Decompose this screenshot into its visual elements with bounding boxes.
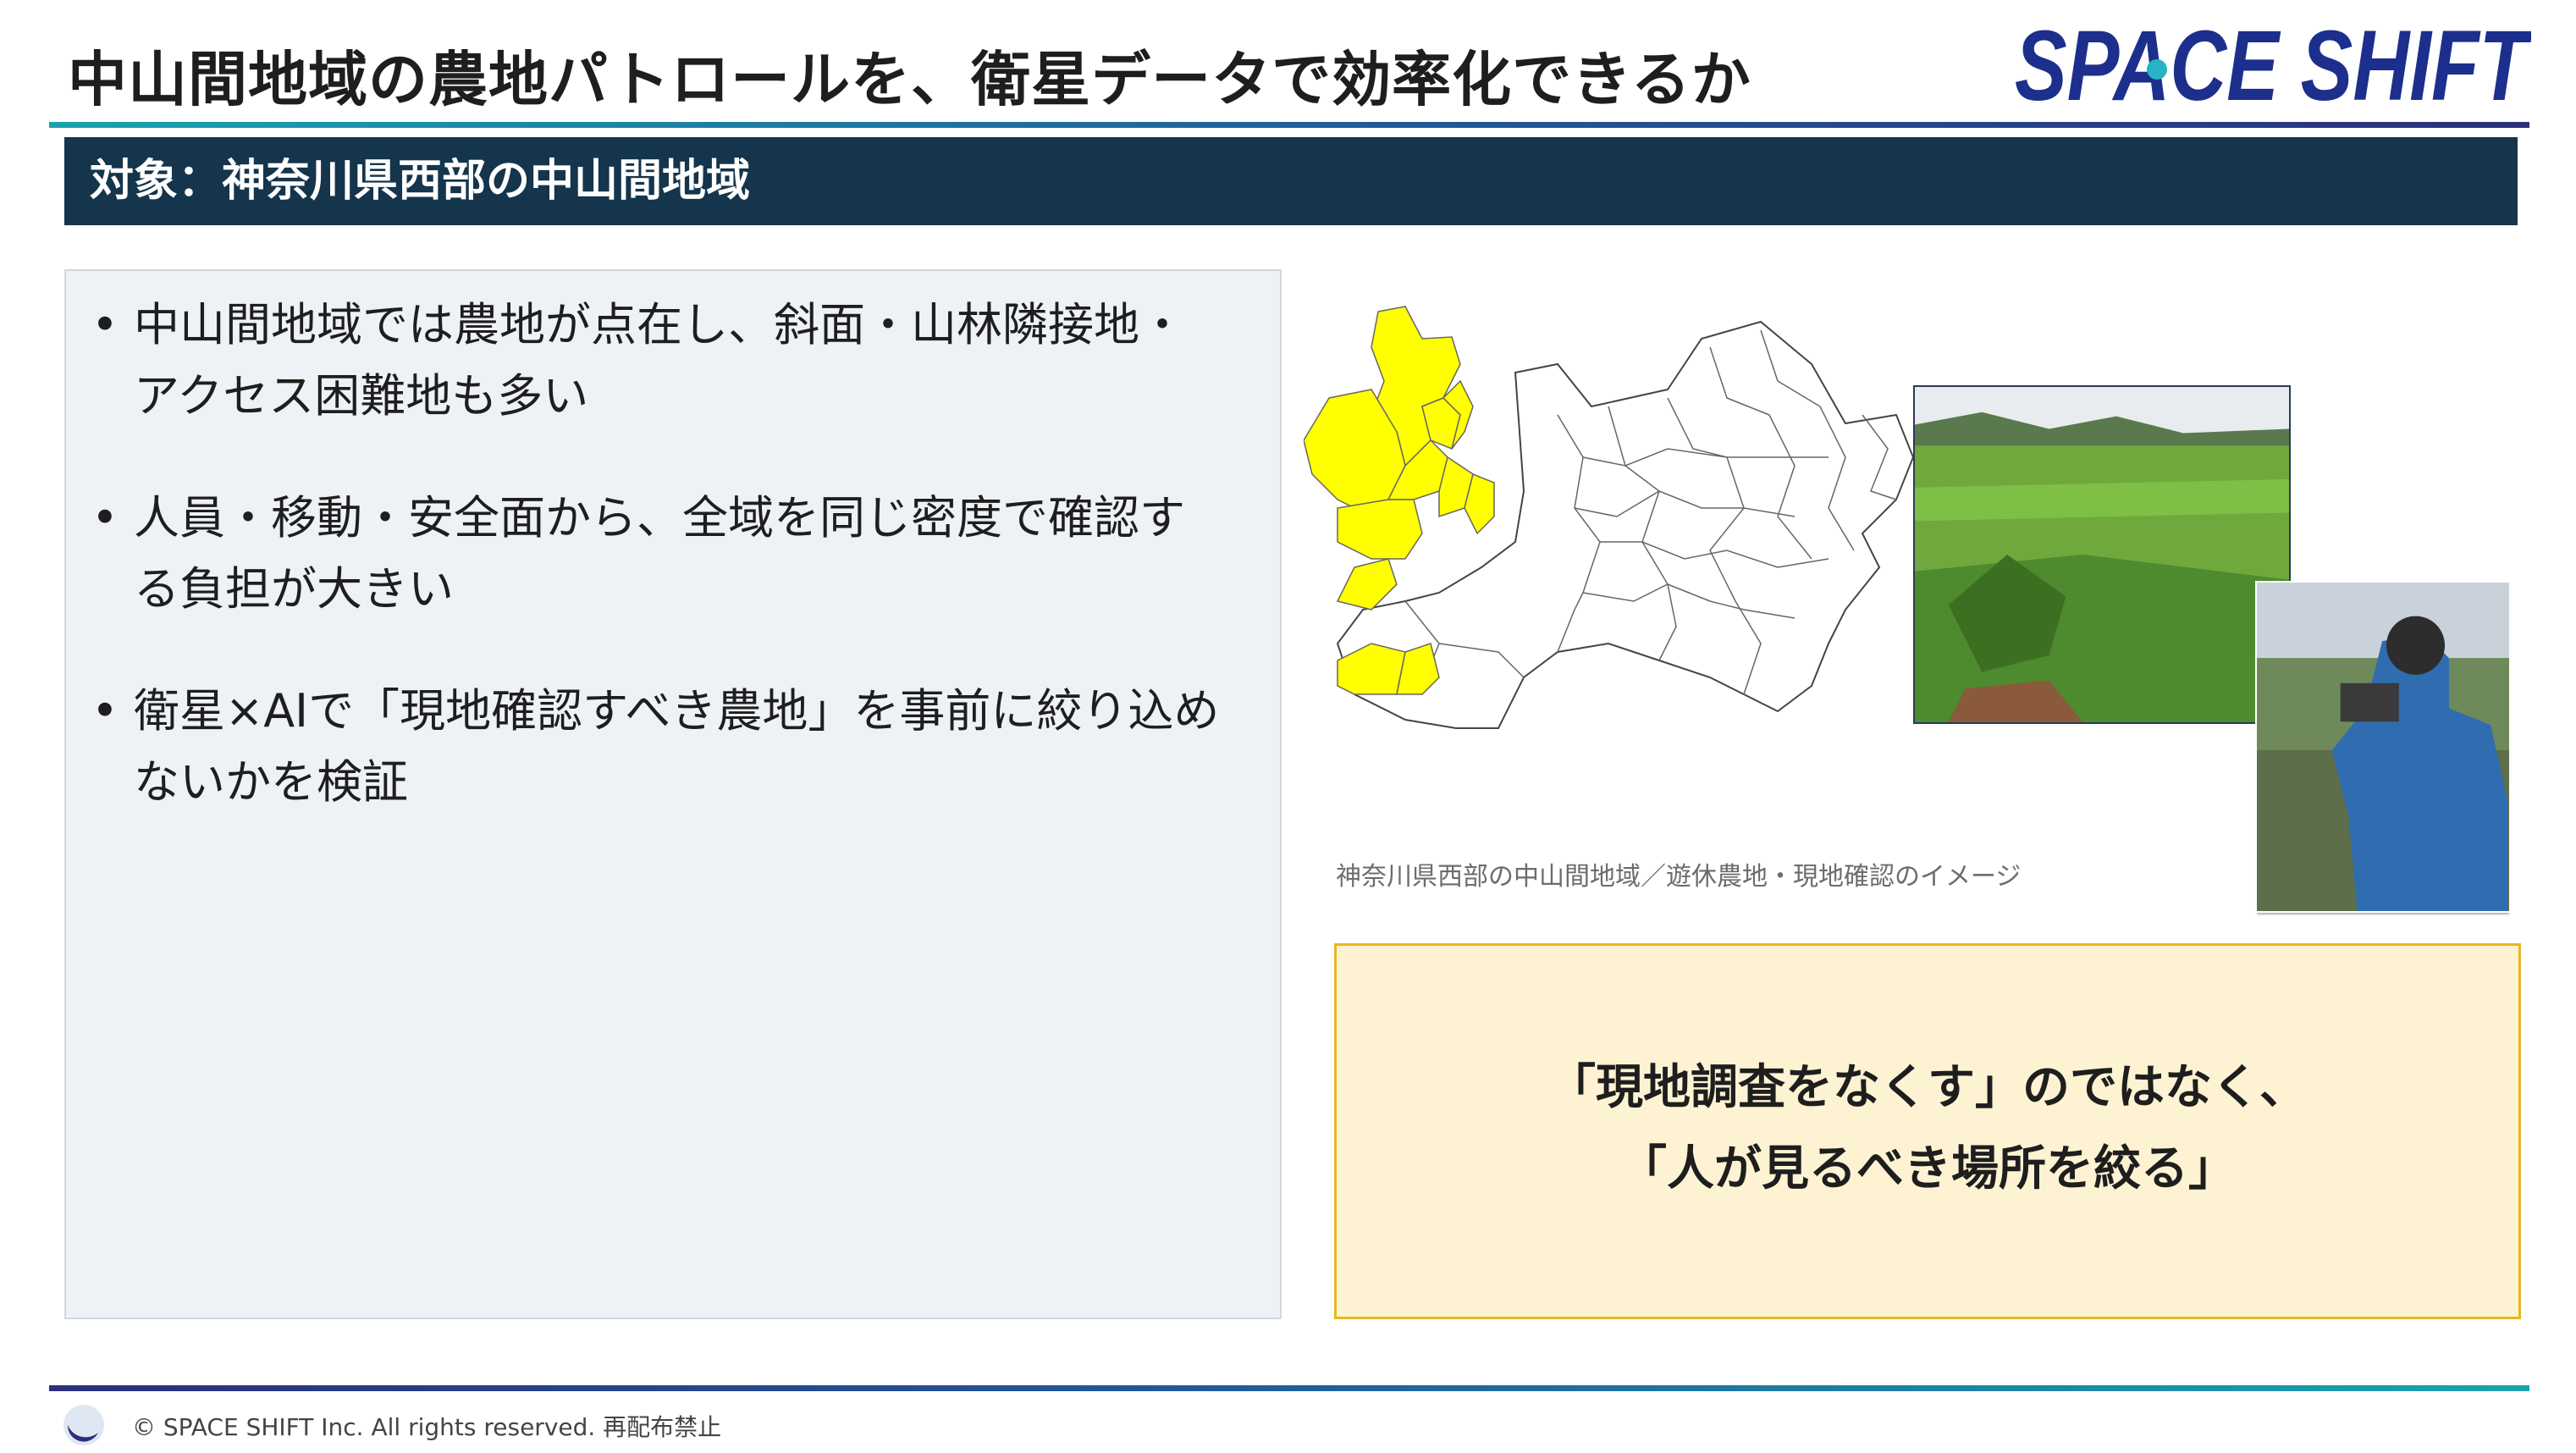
callout-line: 「現地調査をなくす」のではなく、 — [1548, 1060, 2307, 1115]
space-shift-logo: SPACE SHIFT — [2015, 10, 2533, 122]
bullet-text-line: ないかを検証 — [134, 755, 408, 809]
callout-line: 「人が見るべき場所を絞る」 — [1619, 1141, 2236, 1196]
key-message-callout: 「現地調査をなくす」のではなく、 「人が見るべき場所を絞る」 — [1334, 943, 2521, 1319]
field-survey-photo — [2255, 581, 2511, 913]
bullet-text-line: る負担が大きい — [134, 562, 454, 616]
footer-copyright: © SPACE SHIFT Inc. All rights reserved. … — [132, 1413, 722, 1441]
target-banner: 対象：神奈川県西部の中山間地域 — [64, 137, 2518, 225]
bullet-dot: • — [91, 298, 119, 351]
logo-text: SPACE SHIFT — [2015, 15, 2531, 117]
bullet-dot: • — [91, 684, 119, 738]
bullet-dot: • — [91, 491, 119, 544]
bullet-item: • 衛星×AIで「現地確認すべき農地」を事前に絞り込め ないかを検証 — [66, 676, 1280, 818]
figure-caption: 神奈川県西部の中山間地域／遊休農地・現地確認のイメージ — [1336, 862, 2022, 892]
bullet-panel: • 中山間地域では農地が点在し、斜面・山林隣接地・ アクセス困難地も多い • 人… — [64, 269, 1282, 1319]
slide-title: 中山間地域の農地パトロールを、衛星データで効率化できるか — [68, 45, 1751, 114]
bullet-text-line: 中山間地域では農地が点在し、斜面・山林隣接地・ — [134, 298, 1185, 351]
footer-divider — [49, 1385, 2529, 1391]
farmland-photo — [1913, 385, 2291, 724]
crescent-logo-icon — [59, 1401, 108, 1450]
bullet-item: • 人員・移動・安全面から、全域を同じ密度で確認す る負担が大きい — [66, 483, 1280, 625]
bullet-text-line: 人員・移動・安全面から、全域を同じ密度で確認す — [134, 491, 1185, 544]
bullet-text-line: 衛星×AIで「現地確認すべき農地」を事前に絞り込め — [134, 684, 1220, 738]
kanagawa-map — [1304, 288, 1930, 796]
bullet-list: • 中山間地域では農地が点在し、斜面・山林隣接地・ アクセス困難地も多い • 人… — [66, 290, 1280, 869]
title-divider — [49, 122, 2529, 128]
bullet-text-line: アクセス困難地も多い — [134, 369, 589, 423]
bullet-item: • 中山間地域では農地が点在し、斜面・山林隣接地・ アクセス困難地も多い — [66, 290, 1280, 432]
